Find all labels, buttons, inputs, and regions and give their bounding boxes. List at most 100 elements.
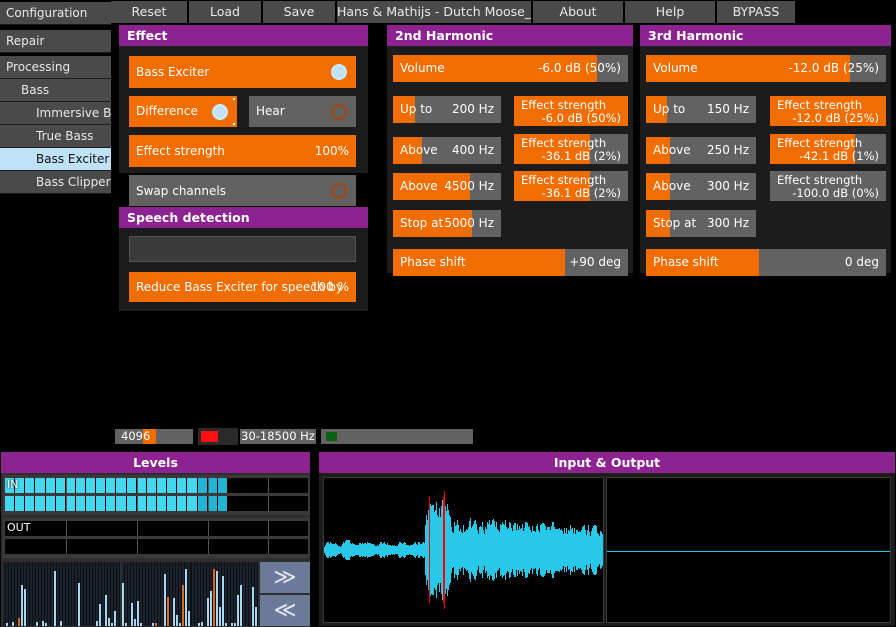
- spectrum-bar: [96, 621, 98, 626]
- sidebar-item-immersive-bass[interactable]: Immersive Bass: [0, 102, 111, 125]
- difference-toggle-knob[interactable]: [212, 104, 228, 120]
- meter-tick: [137, 496, 138, 511]
- meter-segment: [288, 496, 298, 511]
- meter-tick: [208, 539, 209, 554]
- previous-page-button[interactable]: ≪: [260, 595, 310, 626]
- meter-segment: [238, 496, 248, 511]
- h3-above-2-control[interactable]: Above 300 Hz: [646, 173, 756, 200]
- effect-panel: Effect Bass Exciter Difference Hear Effect …: [118, 24, 369, 207]
- meter-segment: [116, 539, 126, 554]
- h2-up-to-control[interactable]: Up to 200 Hz: [393, 96, 501, 123]
- spectrum-bar-background: [72, 562, 74, 626]
- spectrum-bar: [207, 598, 209, 626]
- h3-above-1-control[interactable]: Above 250 Hz: [646, 137, 756, 164]
- speech-level-meter: [129, 236, 356, 262]
- load-button[interactable]: Load: [189, 1, 261, 23]
- meter-segment: [15, 539, 25, 554]
- h3-es-1-value: -12.0 dB (25%): [792, 111, 879, 125]
- spectrum-bar-background: [15, 562, 17, 626]
- meter-segment: [86, 496, 96, 511]
- spectrum-bar-background: [108, 562, 110, 626]
- buffer-size-control[interactable]: 4096: [115, 429, 193, 444]
- h3-phase-control[interactable]: Phase shift 0 deg: [646, 249, 886, 276]
- h2-volume-value: -6.0 dB (50%): [538, 61, 621, 75]
- h3-stop-at-label: Stop at: [653, 216, 697, 230]
- bass-exciter-toggle-knob[interactable]: [331, 64, 347, 80]
- levels-panel-body: IN OUT ≫ ≪: [1, 473, 310, 627]
- h2-stop-at-control[interactable]: Stop at 5000 Hz: [393, 210, 501, 237]
- meter-segment: [75, 478, 86, 493]
- meter-segment: [207, 478, 217, 493]
- meter-tick: [66, 539, 67, 554]
- next-page-button[interactable]: ≫: [260, 562, 310, 593]
- meter-segment: [238, 478, 248, 493]
- preset-title-button[interactable]: Hans & Mathijs - Dutch Moose_MD v1.6: [337, 1, 531, 23]
- hear-control[interactable]: Hear: [249, 96, 356, 127]
- h3-es-3-control[interactable]: Effect strength -100.0 dB (0%): [770, 171, 886, 201]
- meter-segment: [157, 521, 167, 536]
- swap-channels-toggle-knob[interactable]: [331, 183, 347, 199]
- meter-segment: [86, 521, 96, 536]
- h2-above-2-control[interactable]: Above 4500 Hz: [393, 173, 501, 200]
- meter-segment: [227, 521, 238, 536]
- sidebar-item-label: True Bass: [36, 129, 94, 143]
- spectrum-bar-background: [117, 562, 119, 626]
- reset-button[interactable]: Reset: [111, 1, 187, 23]
- spectrum-bar: [54, 571, 56, 626]
- h3-volume-label: Volume: [653, 61, 698, 75]
- h2-phase-control[interactable]: Phase shift +90 deg: [393, 249, 628, 276]
- spectrum-bar-background: [30, 562, 32, 626]
- bass-exciter-control[interactable]: Bass Exciter: [129, 56, 356, 88]
- h3-es-1-control[interactable]: Effect strength -12.0 dB (25%): [770, 96, 886, 126]
- h3-up-to-control[interactable]: Up to 150 Hz: [646, 96, 756, 123]
- h2-volume-control[interactable]: Volume -6.0 dB (50%): [393, 55, 628, 82]
- sidebar-item-true-bass[interactable]: True Bass: [0, 125, 111, 148]
- difference-control[interactable]: Difference: [129, 96, 237, 127]
- swap-channels-control[interactable]: Swap channels: [129, 175, 356, 207]
- h2-es-2-control[interactable]: Effect strength -36.1 dB (2%): [514, 134, 628, 164]
- meter-segment: [288, 478, 298, 493]
- spectrum-bar: [12, 622, 14, 626]
- meter-segment: [187, 521, 197, 536]
- buffer-size-value: 4096: [121, 429, 151, 443]
- sidebar-item-bass[interactable]: Bass: [0, 79, 111, 102]
- h3-volume-control[interactable]: Volume -12.0 dB (25%): [646, 55, 886, 82]
- about-button[interactable]: About: [533, 1, 623, 23]
- spectrum-bar: [255, 607, 257, 626]
- meter-segment: [65, 539, 75, 554]
- meter-segment: [167, 539, 177, 554]
- h2-es-1-control[interactable]: Effect strength -6.0 dB (50%): [514, 96, 628, 126]
- bypass-button[interactable]: BYPASS: [717, 1, 795, 23]
- sidebar-item-bass-exciter[interactable]: Bass Exciter: [0, 148, 111, 171]
- sidebar-item-configuration[interactable]: Configuration: [0, 2, 111, 25]
- h3-stop-at-control[interactable]: Stop at 300 Hz: [646, 210, 756, 237]
- spectrum-bar-background: [195, 562, 197, 626]
- spectrum-bar-background: [36, 562, 38, 626]
- spectrum-bar-background: [81, 562, 83, 626]
- spectrum-bar: [198, 623, 200, 626]
- help-button[interactable]: Help: [625, 1, 715, 23]
- meter-segment: [248, 478, 258, 493]
- spectrum-bar: [6, 623, 8, 626]
- spectrum-bar: [252, 587, 254, 626]
- effect-strength-control[interactable]: Effect strength 100%: [129, 135, 356, 167]
- save-button[interactable]: Save: [263, 1, 335, 23]
- meter-segment: [207, 539, 217, 554]
- sidebar-item-bass-clipper[interactable]: Bass Clipper: [0, 171, 111, 194]
- h2-above-1-control[interactable]: Above 400 Hz: [393, 137, 501, 164]
- sidebar-item-repair[interactable]: Repair: [0, 30, 111, 53]
- spectrum-bar-background: [12, 562, 14, 626]
- meter-segment: [217, 521, 227, 536]
- spectrum-bar-background: [84, 562, 86, 626]
- hear-toggle-knob[interactable]: [331, 104, 347, 120]
- reduce-bass-exciter-for-speech-control[interactable]: Reduce Bass Exciter for speech by 100 %: [129, 272, 356, 302]
- meter-segment: [126, 478, 136, 493]
- drag-corner-marker-icon: [233, 98, 235, 100]
- sidebar-item-processing[interactable]: Processing: [0, 56, 111, 79]
- spectrum-bar: [216, 571, 218, 626]
- spectrum-bar-background: [66, 562, 68, 626]
- h3-es-2-control[interactable]: Effect strength -42.1 dB (1%): [770, 134, 886, 164]
- spectrum-bar-background: [134, 562, 136, 626]
- h2-es-3-control[interactable]: Effect strength -36.1 dB (2%): [514, 171, 628, 201]
- frequency-range-display[interactable]: 30-18500 Hz: [240, 429, 316, 444]
